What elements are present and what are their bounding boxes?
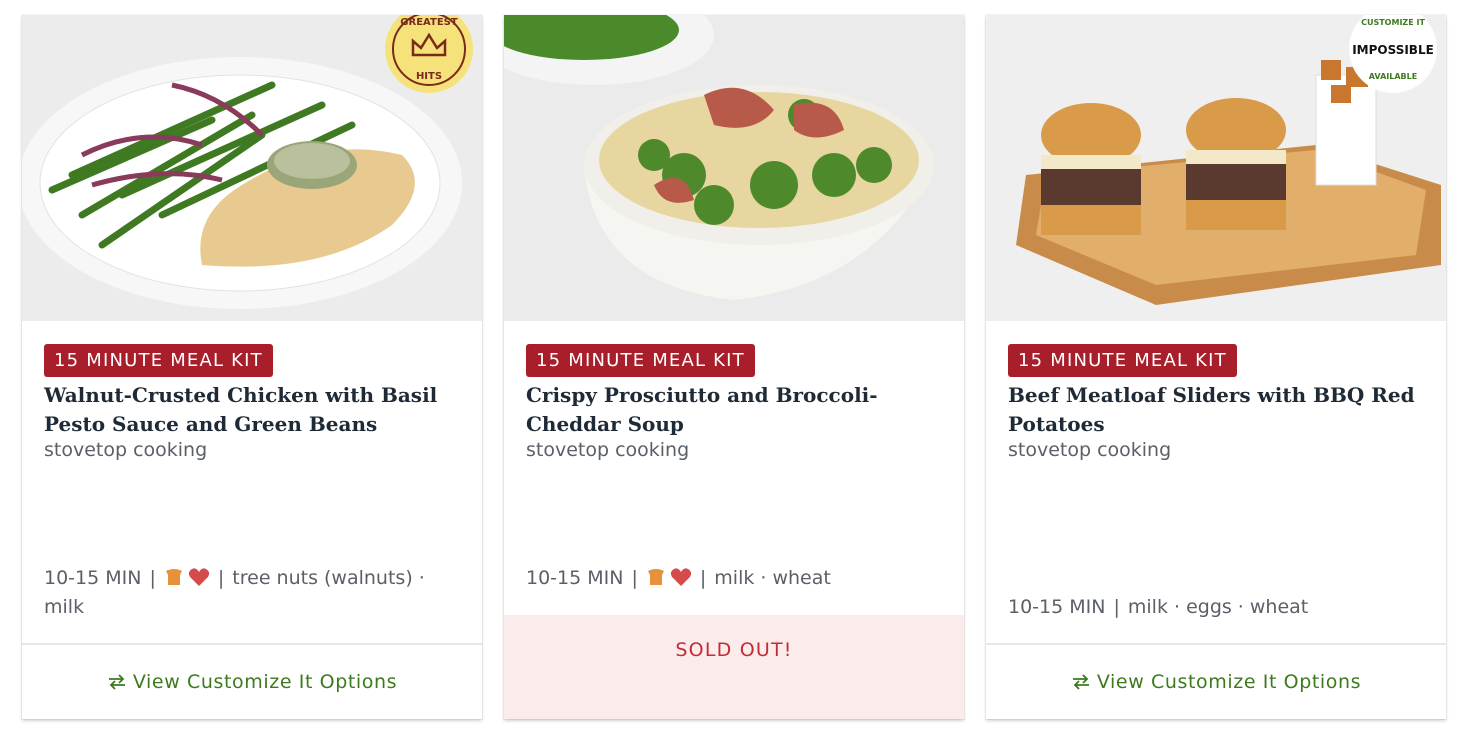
swap-arrows-icon <box>1072 674 1089 690</box>
meal-kit-tag: 15 MINUTE MEAL KIT <box>1008 344 1237 377</box>
impossible-customize-badge: CUSTOMIZE IT IMPOSSIBLE AVAILABLE <box>1349 15 1437 93</box>
allergens: milk · wheat <box>714 567 831 589</box>
view-customize-options-button[interactable]: View Customize It Options <box>22 643 482 719</box>
meal-photo[interactable]: CUSTOMIZE IT IMPOSSIBLE AVAILABLE <box>986 15 1446 321</box>
cooking-method: stovetop cooking <box>44 439 208 461</box>
svg-text:CUSTOMIZE IT: CUSTOMIZE IT <box>1361 18 1425 27</box>
greatest-hits-badge: GREATEST HITS <box>385 15 473 93</box>
swap-arrows-icon <box>108 674 125 690</box>
meal-photo[interactable]: GREATEST HITS <box>22 15 482 321</box>
meal-title[interactable]: Crispy Prosciutto and Broccoli-Cheddar S… <box>526 381 942 439</box>
meal-card[interactable]: GREATEST HITS 15 MINUTE MEAL KIT Walnut-… <box>22 15 482 719</box>
meal-card[interactable]: CUSTOMIZE IT IMPOSSIBLE AVAILABLE 15 MIN… <box>986 15 1446 719</box>
meal-card[interactable]: 15 MINUTE MEAL KIT Crispy Prosciutto and… <box>504 15 964 719</box>
meal-meta: 10-15 MIN | milk · eggs · wheat <box>1008 596 1309 618</box>
sold-out-banner: SOLD OUT! <box>504 615 964 719</box>
meal-grid: GREATEST HITS 15 MINUTE MEAL KIT Walnut-… <box>22 15 1446 719</box>
meal-kit-tag: 15 MINUTE MEAL KIT <box>44 344 273 377</box>
meal-meta: 10-15 MIN | | milk · wheat <box>526 567 831 589</box>
customize-label: View Customize It Options <box>132 671 398 693</box>
allergens: milk · eggs · wheat <box>1127 596 1309 618</box>
customize-label: View Customize It Options <box>1096 671 1362 693</box>
svg-text:AVAILABLE: AVAILABLE <box>1369 72 1417 81</box>
prep-time: 10-15 MIN <box>1008 596 1106 618</box>
heart-icon <box>188 568 209 586</box>
kid-friendly-icon <box>165 569 182 585</box>
meal-kit-tag: 15 MINUTE MEAL KIT <box>526 344 755 377</box>
meal-title[interactable]: Walnut-Crusted Chicken with Basil Pesto … <box>44 381 460 439</box>
view-customize-options-button[interactable]: View Customize It Options <box>986 643 1446 719</box>
cooking-method: stovetop cooking <box>526 439 690 461</box>
prep-time: 10-15 MIN <box>44 567 142 589</box>
meal-photo[interactable] <box>504 15 964 321</box>
svg-text:IMPOSSIBLE: IMPOSSIBLE <box>1352 43 1434 57</box>
heart-icon <box>670 568 691 586</box>
kid-friendly-icon <box>647 569 664 585</box>
meal-meta: 10-15 MIN | | tree nuts (walnuts) · milk <box>44 567 425 618</box>
meal-title[interactable]: Beef Meatloaf Sliders with BBQ Red Potat… <box>1008 381 1424 439</box>
svg-text:GREATEST: GREATEST <box>400 17 458 28</box>
cooking-method: stovetop cooking <box>1008 439 1172 461</box>
sold-out-label: SOLD OUT! <box>675 639 793 661</box>
prep-time: 10-15 MIN <box>526 567 624 589</box>
svg-text:HITS: HITS <box>416 71 442 82</box>
